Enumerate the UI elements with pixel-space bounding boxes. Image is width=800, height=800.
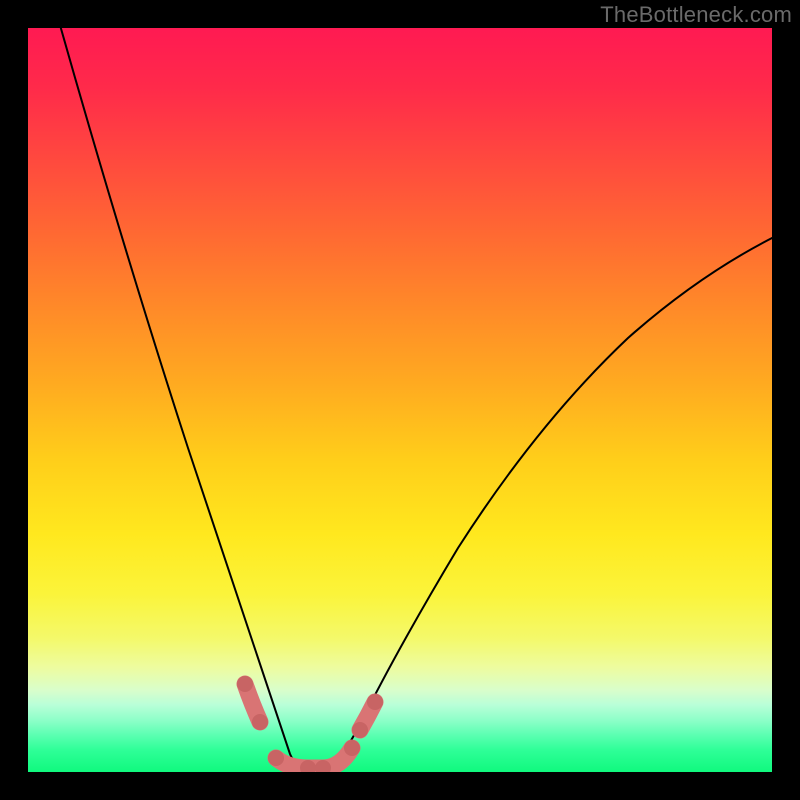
watermark-text: TheBottleneck.com — [600, 2, 792, 28]
marker-dot — [352, 722, 368, 738]
marker-dot — [252, 714, 268, 730]
marker-dot — [344, 740, 360, 756]
plot-area — [28, 28, 772, 772]
curve-layer — [28, 28, 772, 772]
right-curve — [323, 238, 772, 768]
marker-dot — [268, 750, 284, 766]
marker-dot — [237, 676, 253, 692]
chart-container: TheBottleneck.com — [0, 0, 800, 800]
left-curve — [58, 28, 308, 768]
marker-dot — [367, 694, 383, 710]
